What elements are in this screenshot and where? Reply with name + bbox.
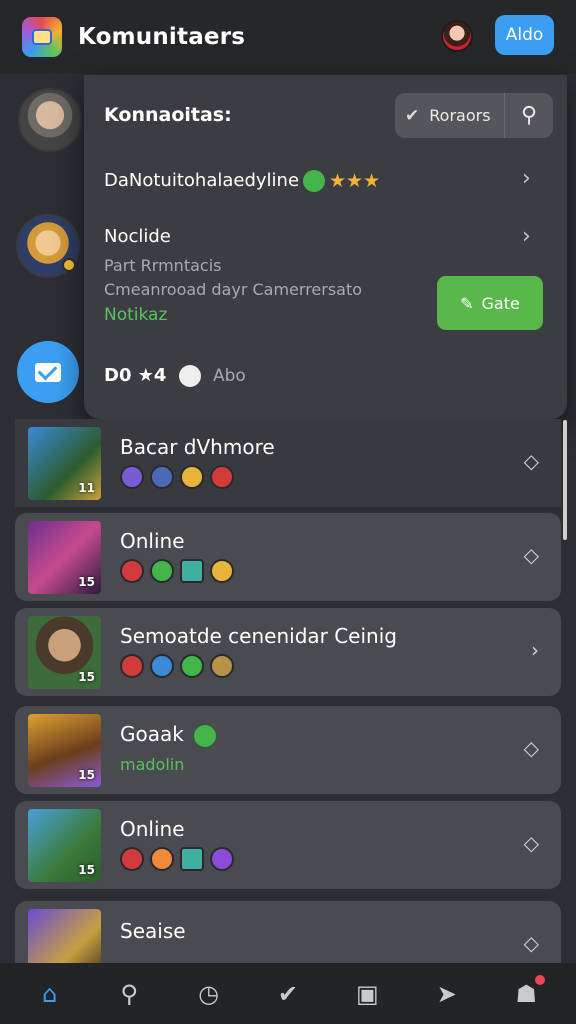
top-bar: Komunitaers Aldo xyxy=(0,0,576,74)
top-action-button[interactable]: Aldo xyxy=(495,15,554,55)
search-icon[interactable]: ⚲ xyxy=(114,979,144,1009)
list-item[interactable]: 15 Semoatde cenenidar Ceinig › xyxy=(15,608,561,696)
send-icon[interactable]: ➤ xyxy=(432,979,462,1009)
status-dot xyxy=(62,258,76,272)
item-title: Goaak xyxy=(120,722,220,747)
messages-button[interactable] xyxy=(17,341,79,403)
item-icons xyxy=(120,847,234,871)
item-title: Online xyxy=(120,529,185,553)
game-thumbnail: 15 xyxy=(28,809,101,882)
app-title: Komunitaers xyxy=(78,24,246,50)
mini-avatar-icon xyxy=(120,654,144,678)
app-logo[interactable] xyxy=(22,17,62,57)
scrollbar[interactable] xyxy=(563,420,567,540)
list-item[interactable]: 15 Online ◇ xyxy=(15,513,561,601)
search-icon[interactable]: ⚲ xyxy=(505,103,553,128)
mini-avatar-icon xyxy=(150,465,174,489)
pencil-icon: ✎ xyxy=(460,293,474,313)
check-icon: ✔ xyxy=(405,105,420,126)
item-title: Bacar dVhmore xyxy=(120,435,275,459)
diamond-arrow-icon[interactable]: ◇ xyxy=(524,931,539,955)
badge-icon xyxy=(210,654,234,678)
online-icon xyxy=(303,170,326,192)
game-icon xyxy=(180,559,204,583)
calendar-icon[interactable]: ▣ xyxy=(352,979,382,1009)
game-thumbnail: 15 xyxy=(28,714,101,787)
game-thumbnail: 15 xyxy=(28,521,101,594)
item-icons xyxy=(120,559,234,583)
save-button-label: Gate xyxy=(481,293,520,313)
smile-icon xyxy=(150,847,174,871)
check-icon[interactable]: ✔ xyxy=(273,979,303,1009)
smile-icon xyxy=(210,559,234,583)
item-icons xyxy=(120,465,234,489)
thumb-badge: 11 xyxy=(78,481,95,495)
online-icon xyxy=(194,724,217,747)
diamond-arrow-icon[interactable]: ◇ xyxy=(524,449,539,473)
smile-icon xyxy=(180,465,204,489)
game-icon xyxy=(180,847,204,871)
emoji-icon xyxy=(178,365,201,387)
activity-icon[interactable]: ◷ xyxy=(194,979,224,1009)
popup-row-2-status: Notikaz xyxy=(104,305,168,325)
home-icon[interactable]: ⌂ xyxy=(35,979,65,1009)
popup-row-1[interactable]: DaNotuitohalaedyline ★★★ xyxy=(104,170,380,192)
list-item[interactable]: 15 Online ◇ xyxy=(15,801,561,889)
filter-label: Roraors xyxy=(429,106,491,125)
thumb-badge: 15 xyxy=(78,670,95,684)
item-title: Semoatde cenenidar Ceinig xyxy=(120,624,397,648)
mail-icon xyxy=(35,362,61,382)
game-thumbnail: 11 xyxy=(28,427,101,500)
filter-dropdown[interactable]: ✔ Roraors xyxy=(395,93,505,138)
app-root: Komunitaers Aldo Konnaoitas: ✔ Roraors ⚲… xyxy=(0,0,576,1024)
list-item[interactable]: 15 Goaak madolin ◇ xyxy=(15,706,561,794)
item-icons xyxy=(120,654,234,678)
thumb-badge: 15 xyxy=(78,768,95,782)
diamond-arrow-icon[interactable]: ◇ xyxy=(524,831,539,855)
chevron-right-icon[interactable]: › xyxy=(531,638,539,662)
badge-icon xyxy=(210,465,234,489)
popup-row-2-line1: Part Rrmntacis xyxy=(104,256,222,275)
popup-row-2-title: Noclide xyxy=(104,226,171,247)
profile-icon[interactable]: ☗ xyxy=(511,974,546,1009)
save-button[interactable]: ✎ Gate xyxy=(437,276,543,330)
online-icon xyxy=(180,654,204,678)
diamond-arrow-icon[interactable]: ◇ xyxy=(524,543,539,567)
popup-row-2-line2: Cmeanrooad dayr Camerrersato xyxy=(104,280,363,299)
thumb-badge: 15 xyxy=(78,575,95,589)
mini-avatar-icon xyxy=(120,559,144,583)
item-title: Online xyxy=(120,817,185,841)
rating-stars: ★★★ xyxy=(329,170,381,192)
mini-avatar-icon xyxy=(120,465,144,489)
diamond-arrow-icon[interactable]: ◇ xyxy=(524,736,539,760)
bottom-nav: ⌂ ⚲ ◷ ✔ ▣ ➤ ☗ xyxy=(0,963,576,1024)
game-thumbnail: 15 xyxy=(28,616,101,689)
popup-row-3-text: D0 ★4 xyxy=(104,365,167,386)
check-badge-icon xyxy=(120,847,144,871)
contact-avatar-2[interactable] xyxy=(16,214,80,278)
thumb-badge: 15 xyxy=(78,863,95,877)
logo-mark xyxy=(32,29,52,45)
chevron-right-icon[interactable]: › xyxy=(522,166,531,191)
item-subtitle: madolin xyxy=(120,755,185,774)
mini-avatar-icon xyxy=(210,847,234,871)
list-item[interactable]: 11 Bacar dVhmore ◇ xyxy=(15,419,561,507)
chevron-right-icon[interactable]: › xyxy=(522,224,531,249)
notification-badge xyxy=(535,974,546,985)
popup-title: Konnaoitas: xyxy=(104,104,232,126)
mini-avatar-icon xyxy=(150,654,174,678)
popup-filter: ✔ Roraors ⚲ xyxy=(395,93,553,138)
contact-avatar-1[interactable] xyxy=(18,88,82,152)
popup-row-3-suffix: Abo xyxy=(212,366,246,386)
user-avatar[interactable] xyxy=(441,20,473,52)
popup-row-3[interactable]: D0 ★4 Abo xyxy=(104,365,246,387)
online-icon xyxy=(150,559,174,583)
item-title: Seaise xyxy=(120,919,186,943)
popup-row-1-text: DaNotuitohalaedyline xyxy=(104,170,300,191)
item-title-text: Goaak xyxy=(120,722,184,746)
